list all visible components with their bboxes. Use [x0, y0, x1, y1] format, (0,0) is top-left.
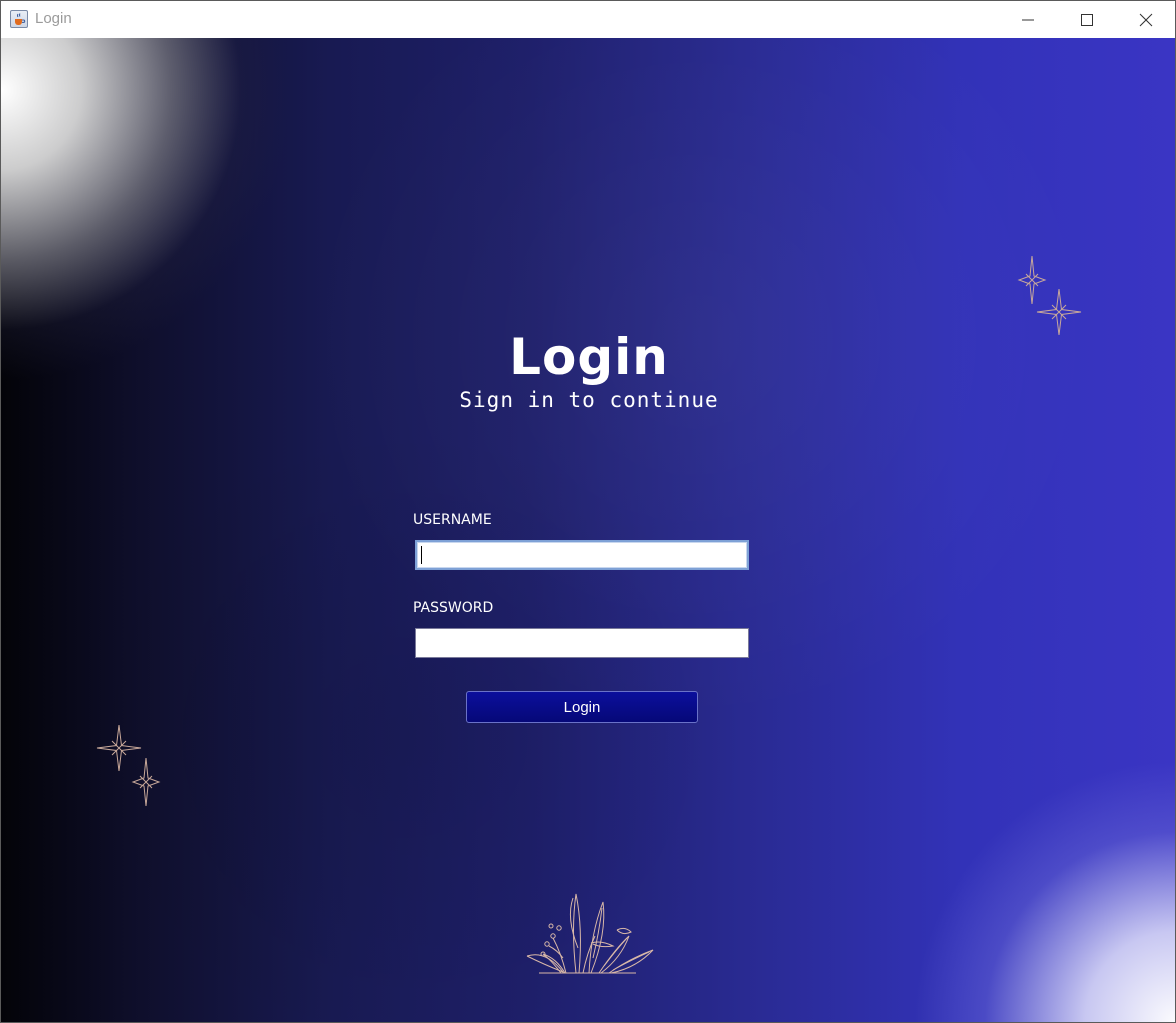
text-caret: [421, 546, 422, 564]
title-bar[interactable]: Login: [1, 1, 1175, 38]
password-input[interactable]: [415, 628, 749, 658]
sparkle-icon: [131, 757, 161, 807]
minimize-button[interactable]: [999, 1, 1057, 38]
java-cup-icon: [10, 10, 28, 28]
window-title: Login: [35, 10, 72, 27]
plant-icon: [526, 893, 654, 974]
close-icon: [1139, 13, 1153, 27]
minimize-icon: [1022, 19, 1034, 21]
page-subtitle: Sign in to continue: [459, 388, 719, 412]
username-label: USERNAME: [413, 512, 492, 528]
password-label: PASSWORD: [413, 600, 494, 616]
maximize-button[interactable]: [1058, 1, 1116, 38]
login-button[interactable]: Login: [466, 691, 698, 723]
login-window: Login Login Sign in to continue USERNAME…: [0, 0, 1176, 1023]
maximize-icon: [1081, 14, 1093, 26]
close-button[interactable]: [1117, 1, 1175, 38]
background-texture: [1, 38, 1175, 1022]
username-input[interactable]: [415, 540, 749, 570]
page-title: Login: [509, 328, 669, 386]
login-panel: Login Sign in to continue USERNAME PASSW…: [1, 38, 1175, 1022]
